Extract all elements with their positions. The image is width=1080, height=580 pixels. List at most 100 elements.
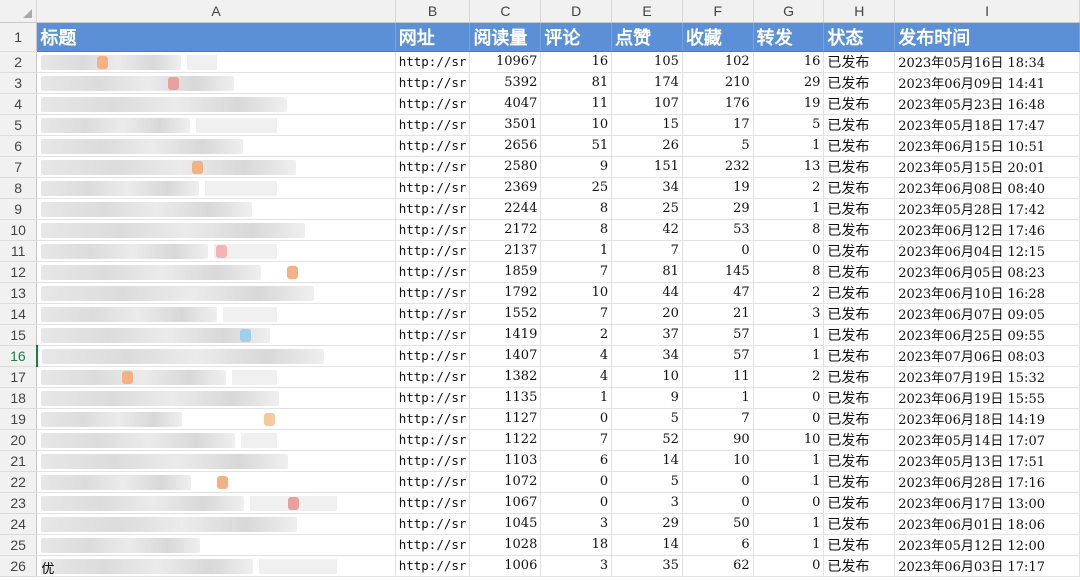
- column-header-g[interactable]: G: [753, 0, 825, 23]
- cell-status[interactable]: 已发布: [823, 93, 896, 115]
- cell-comments[interactable]: 51: [540, 135, 613, 157]
- cell-reads[interactable]: 1006: [469, 555, 542, 577]
- header-cell-shares[interactable]: 转发: [753, 22, 825, 52]
- cell-reads[interactable]: 2244: [469, 198, 542, 220]
- row-header[interactable]: 6: [0, 135, 38, 157]
- cell-publish-time[interactable]: 2023年05月16日 18:34: [894, 51, 1080, 73]
- cell-status[interactable]: 已发布: [823, 51, 896, 73]
- cell-publish-time[interactable]: 2023年06月01日 18:06: [894, 513, 1080, 535]
- cell-likes[interactable]: 44: [611, 282, 683, 304]
- cell-publish-time[interactable]: 2023年07月19日 15:32: [894, 366, 1080, 388]
- cell-reads[interactable]: 1103: [469, 450, 542, 472]
- cell-favorites[interactable]: 19: [682, 177, 754, 199]
- cell-url[interactable]: http://sr: [395, 261, 471, 283]
- cell-shares[interactable]: 2: [753, 177, 825, 199]
- row-header[interactable]: 3: [0, 72, 38, 94]
- row-header[interactable]: 23: [0, 492, 38, 514]
- cell-title-redacted[interactable]: [36, 219, 396, 241]
- cell-status[interactable]: 已发布: [823, 366, 896, 388]
- cell-favorites[interactable]: 7: [682, 408, 754, 430]
- column-header-b[interactable]: B: [395, 0, 471, 23]
- cell-shares[interactable]: 1: [753, 135, 825, 157]
- cell-url[interactable]: http://sr: [395, 219, 471, 241]
- cell-publish-time[interactable]: 2023年06月17日 13:00: [894, 492, 1080, 514]
- cell-favorites[interactable]: 176: [682, 93, 754, 115]
- row-header[interactable]: 8: [0, 177, 38, 199]
- cell-shares[interactable]: 0: [753, 387, 825, 409]
- column-header-a[interactable]: A: [36, 0, 396, 23]
- cell-title-redacted[interactable]: [36, 72, 396, 94]
- cell-comments[interactable]: 3: [540, 513, 613, 535]
- cell-likes[interactable]: 105: [611, 51, 683, 73]
- spreadsheet[interactable]: A B C D E F G H I 1 标题 网址 阅读量 评论 点赞 收藏 转…: [0, 0, 1080, 580]
- cell-reads[interactable]: 2369: [469, 177, 542, 199]
- cell-shares[interactable]: 1: [753, 450, 825, 472]
- cell-likes[interactable]: 81: [611, 261, 683, 283]
- cell-favorites[interactable]: 47: [682, 282, 754, 304]
- cell-favorites[interactable]: 145: [682, 261, 754, 283]
- cell-reads[interactable]: 1382: [469, 366, 542, 388]
- cell-url[interactable]: http://sr: [395, 450, 471, 472]
- cell-publish-time[interactable]: 2023年07月06日 08:03: [894, 345, 1080, 367]
- cell-title-redacted[interactable]: [36, 93, 396, 115]
- cell-likes[interactable]: 5: [611, 471, 683, 493]
- cell-favorites[interactable]: 57: [682, 324, 754, 346]
- cell-publish-time[interactable]: 2023年05月23日 16:48: [894, 93, 1080, 115]
- cell-status[interactable]: 已发布: [823, 555, 896, 577]
- cell-shares[interactable]: 16: [753, 51, 825, 73]
- cell-shares[interactable]: 1: [753, 198, 825, 220]
- cell-status[interactable]: 已发布: [823, 282, 896, 304]
- cell-title-redacted[interactable]: [36, 324, 396, 346]
- cell-url[interactable]: http://sr: [395, 387, 471, 409]
- cell-title-redacted[interactable]: [36, 282, 396, 304]
- cell-comments[interactable]: 81: [540, 72, 613, 94]
- cell-shares[interactable]: 13: [753, 156, 825, 178]
- row-header[interactable]: 22: [0, 471, 38, 493]
- row-header[interactable]: 15: [0, 324, 38, 346]
- cell-reads[interactable]: 3501: [469, 114, 542, 136]
- cell-url[interactable]: http://sr: [395, 93, 471, 115]
- cell-title-redacted[interactable]: [36, 408, 396, 430]
- cell-title-redacted[interactable]: [36, 156, 396, 178]
- row-header[interactable]: 7: [0, 156, 38, 178]
- cell-title-redacted[interactable]: [36, 51, 396, 73]
- cell-publish-time[interactable]: 2023年06月04日 12:15: [894, 240, 1080, 262]
- cell-likes[interactable]: 35: [611, 555, 683, 577]
- spreadsheet-grid[interactable]: A B C D E F G H I 1 标题 网址 阅读量 评论 点赞 收藏 转…: [0, 0, 1080, 577]
- cell-favorites[interactable]: 232: [682, 156, 754, 178]
- row-header[interactable]: 11: [0, 240, 38, 262]
- cell-shares[interactable]: 0: [753, 240, 825, 262]
- cell-likes[interactable]: 37: [611, 324, 683, 346]
- cell-favorites[interactable]: 10: [682, 450, 754, 472]
- cell-comments[interactable]: 7: [540, 429, 613, 451]
- cell-shares[interactable]: 19: [753, 93, 825, 115]
- column-header-c[interactable]: C: [469, 0, 542, 23]
- cell-favorites[interactable]: 5: [682, 135, 754, 157]
- row-header[interactable]: 26: [0, 555, 38, 577]
- cell-shares[interactable]: 1: [753, 345, 825, 367]
- cell-favorites[interactable]: 1: [682, 387, 754, 409]
- cell-likes[interactable]: 151: [611, 156, 683, 178]
- cell-comments[interactable]: 3: [540, 555, 613, 577]
- cell-reads[interactable]: 1407: [469, 345, 542, 367]
- cell-title-redacted[interactable]: 优: [36, 555, 396, 577]
- cell-reads[interactable]: 1859: [469, 261, 542, 283]
- cell-comments[interactable]: 11: [540, 93, 613, 115]
- cell-likes[interactable]: 34: [611, 177, 683, 199]
- cell-reads[interactable]: 2580: [469, 156, 542, 178]
- row-header[interactable]: 1: [0, 22, 38, 52]
- cell-likes[interactable]: 42: [611, 219, 683, 241]
- cell-likes[interactable]: 29: [611, 513, 683, 535]
- cell-status[interactable]: 已发布: [823, 72, 896, 94]
- cell-publish-time[interactable]: 2023年05月18日 17:47: [894, 114, 1080, 136]
- cell-likes[interactable]: 14: [611, 450, 683, 472]
- column-header-e[interactable]: E: [611, 0, 683, 23]
- cell-shares[interactable]: 8: [753, 219, 825, 241]
- cell-shares[interactable]: 8: [753, 261, 825, 283]
- cell-status[interactable]: 已发布: [823, 303, 896, 325]
- cell-title-redacted[interactable]: [36, 198, 396, 220]
- cell-shares[interactable]: 0: [753, 555, 825, 577]
- cell-url[interactable]: http://sr: [395, 534, 471, 556]
- header-cell-publish-time[interactable]: 发布时间: [894, 22, 1080, 52]
- cell-shares[interactable]: 0: [753, 492, 825, 514]
